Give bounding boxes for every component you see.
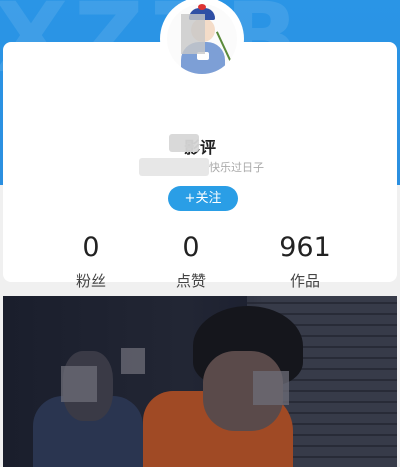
stat-value: 0 — [82, 232, 100, 263]
profile-page: XZZB 影评 快乐过日子 +关注 0 粉丝 0 点赞 961 作品 — [0, 0, 400, 467]
stat-label: 粉丝 — [75, 272, 106, 290]
thumb-redaction — [61, 366, 97, 402]
avatar-hat-button — [198, 4, 206, 10]
profile-card: 影评 快乐过日子 +关注 0 粉丝 0 点赞 961 作品 — [3, 42, 397, 290]
stat-likes[interactable]: 0 点赞 — [141, 232, 241, 291]
name-redaction — [169, 134, 199, 152]
stat-works[interactable]: 961 作品 — [255, 232, 355, 291]
stat-value: 0 — [182, 232, 200, 263]
thumb-redaction — [253, 371, 289, 405]
stat-followers[interactable]: 0 粉丝 — [41, 232, 141, 291]
avatar-redaction — [181, 14, 205, 54]
profile-signature: 快乐过日子 — [209, 161, 264, 174]
stat-label: 点赞 — [175, 272, 206, 290]
profile-signature-row: 快乐过日子 — [139, 158, 359, 176]
avatar[interactable] — [163, 0, 241, 78]
stat-label: 作品 — [289, 272, 320, 290]
stat-value: 961 — [279, 232, 331, 263]
follow-button[interactable]: +关注 — [168, 186, 238, 211]
avatar-image — [167, 4, 237, 74]
profile-name-row: 影评 — [3, 134, 397, 157]
signature-redaction — [139, 158, 209, 176]
thumb-redaction — [121, 348, 145, 374]
video-thumbnail[interactable] — [3, 296, 397, 467]
